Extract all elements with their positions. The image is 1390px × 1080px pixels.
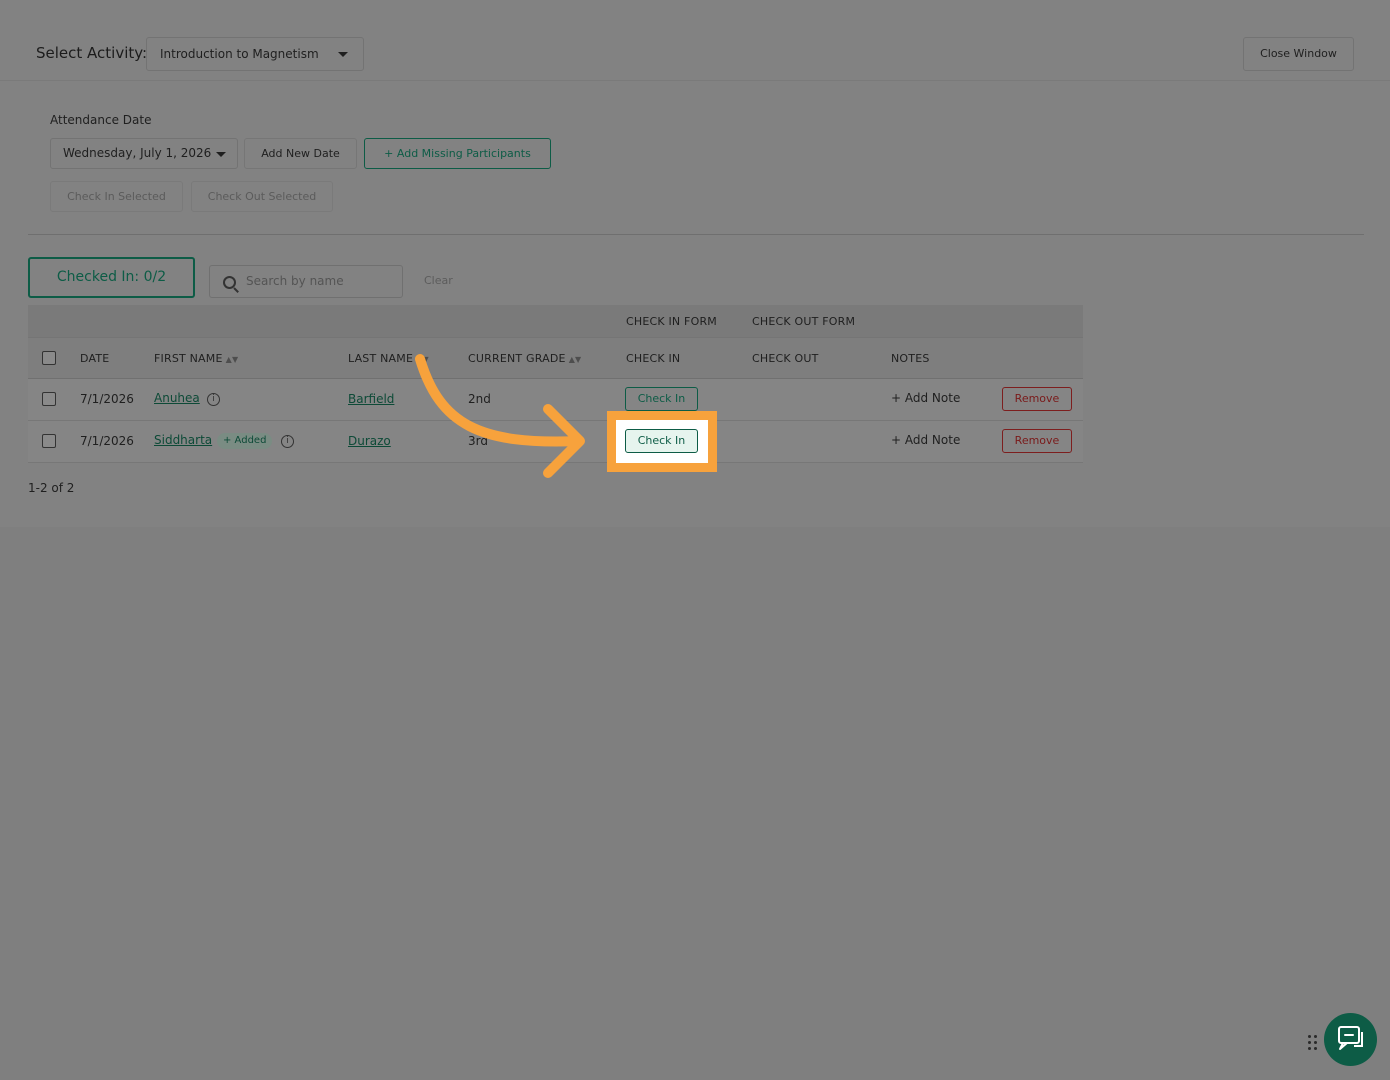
table-group-header: CHECK IN FORM CHECK OUT FORM xyxy=(28,305,1083,337)
add-note-button[interactable]: + Add Note xyxy=(891,391,960,405)
check-in-button-highlighted[interactable]: Check In xyxy=(625,429,698,453)
add-new-date-button[interactable]: Add New Date xyxy=(244,138,357,169)
chevron-down-icon xyxy=(216,152,226,157)
first-name-header[interactable]: FIRST NAME ▲▼ xyxy=(154,352,238,365)
check-out-selected-button[interactable]: Check Out Selected xyxy=(191,181,333,212)
check-in-button[interactable]: Check In xyxy=(625,387,698,411)
added-badge: + Added xyxy=(217,433,273,449)
search-input[interactable]: Search by name xyxy=(209,265,403,298)
date-header: DATE xyxy=(80,352,110,365)
check-in-form-header: CHECK IN FORM xyxy=(626,315,717,328)
remove-button[interactable]: Remove xyxy=(1002,387,1072,411)
section-divider xyxy=(28,234,1364,235)
chat-icon xyxy=(1338,1026,1363,1050)
add-missing-participants-button[interactable]: + Add Missing Participants xyxy=(364,138,551,169)
activity-select-value: Introduction to Magnetism xyxy=(160,47,319,61)
activity-select[interactable]: Introduction to Magnetism xyxy=(146,37,364,71)
remove-button[interactable]: Remove xyxy=(1002,429,1072,453)
last-name-link[interactable]: Barfield xyxy=(348,392,394,406)
first-name-link[interactable]: Siddharta xyxy=(154,433,212,447)
check-out-form-header: CHECK OUT FORM xyxy=(752,315,856,328)
info-icon[interactable]: i xyxy=(281,435,294,448)
last-name-link[interactable]: Durazo xyxy=(348,434,391,448)
chevron-down-icon xyxy=(338,52,348,57)
select-activity-label: Select Activity: xyxy=(36,44,148,62)
attendance-date-label: Attendance Date xyxy=(50,113,152,127)
check-out-header: CHECK OUT xyxy=(752,352,819,365)
top-bar: Select Activity: Introduction to Magneti… xyxy=(0,0,1390,81)
first-name-link[interactable]: Anuhea xyxy=(154,391,200,405)
chat-button[interactable] xyxy=(1324,1013,1377,1066)
annotation-arrow-icon xyxy=(415,354,585,478)
search-placeholder: Search by name xyxy=(246,274,344,288)
attendance-date-value: Wednesday, July 1, 2026 xyxy=(63,146,212,160)
checked-in-counter[interactable]: Checked In: 0/2 xyxy=(28,257,195,298)
search-icon xyxy=(223,276,236,289)
row-date: 7/1/2026 xyxy=(80,434,134,448)
clear-search-button[interactable]: Clear xyxy=(424,274,453,287)
attendance-date-select[interactable]: Wednesday, July 1, 2026 xyxy=(50,138,238,169)
drag-handle-icon[interactable] xyxy=(1308,1035,1318,1051)
notes-header: NOTES xyxy=(891,352,930,365)
close-window-button[interactable]: Close Window xyxy=(1243,37,1354,71)
first-name-header-label: FIRST NAME xyxy=(154,352,223,365)
add-note-button[interactable]: + Add Note xyxy=(891,433,960,447)
check-in-header: CHECK IN xyxy=(626,352,681,365)
row-checkbox[interactable] xyxy=(42,392,56,406)
pagination-info: 1-2 of 2 xyxy=(28,481,75,495)
row-date: 7/1/2026 xyxy=(80,392,134,406)
select-all-checkbox[interactable] xyxy=(42,351,56,365)
row-checkbox[interactable] xyxy=(42,434,56,448)
check-in-selected-button[interactable]: Check In Selected xyxy=(50,181,183,212)
highlight-frame: Check In xyxy=(607,411,717,472)
sort-icon: ▲▼ xyxy=(225,355,239,364)
info-icon[interactable]: i xyxy=(207,393,220,406)
